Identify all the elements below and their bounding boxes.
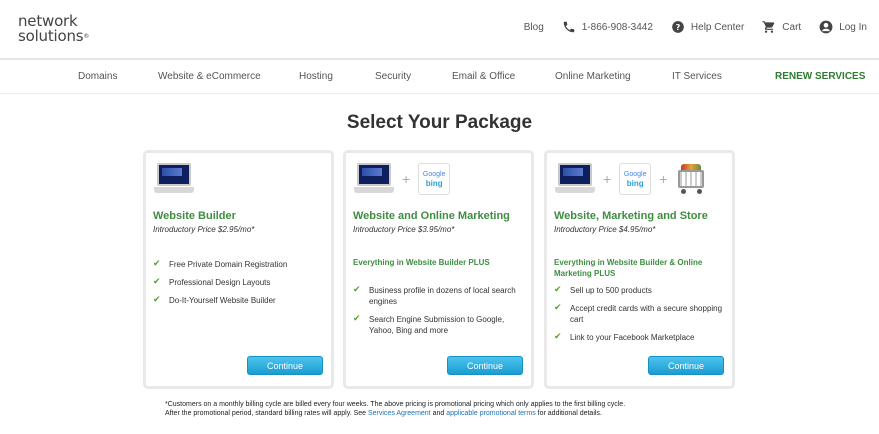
shopping-cart-icon (675, 164, 709, 194)
package-name: Website, Marketing and Store (554, 210, 708, 222)
blog-link[interactable]: Blog (524, 22, 544, 33)
check-icon: ✔ (554, 331, 562, 341)
list-item: ✔ Search Engine Submission to Google, Yah… (353, 313, 505, 335)
check-icon: ✔ (153, 276, 161, 286)
site-header: network solutions® Blog 1-866-908-3442 ?… (0, 0, 879, 60)
cart-link[interactable]: Cart (762, 20, 801, 34)
plus-icon: + (402, 171, 411, 187)
feature-list: ✔ Sell up to 500 products ✔ Accept credit … (554, 284, 729, 350)
package-price: Introductory Price $4.95/mo* (554, 225, 656, 234)
laptop-icon (354, 163, 394, 195)
logo-registered-mark: ® (83, 33, 90, 40)
package-subtitle: Everything in Website Builder & Online M… (554, 258, 703, 278)
pricing-disclaimer: *Customers on a monthly billing cycle ar… (165, 400, 725, 418)
google-bing-icon: Google bing (619, 163, 652, 195)
help-icon: ? (671, 20, 685, 34)
package-card-website-marketing: + Google bing Website and Online Marketin… (343, 150, 534, 389)
list-item: ✔ Do-It-Yourself Website Builder (153, 294, 276, 305)
user-icon (819, 20, 833, 34)
check-icon: ✔ (153, 294, 161, 304)
cart-label: Cart (782, 21, 802, 33)
phone-link[interactable]: 1-866-908-3442 (562, 20, 653, 34)
package-subtitle: Everything in Website Builder PLUS (353, 258, 490, 267)
laptop-icon (555, 163, 595, 195)
package-price: Introductory Price $3.95/mo* (353, 225, 455, 234)
disclaimer-line2: After the promotional period, standard b… (165, 410, 602, 417)
list-item: ✔ Sell up to 500 products (554, 284, 652, 295)
services-agreement-link[interactable]: Services Agreement (368, 410, 431, 417)
check-icon: ✔ (353, 313, 361, 323)
svg-text:?: ? (676, 22, 681, 32)
laptop-icon (154, 163, 194, 195)
check-icon: ✔ (153, 258, 161, 268)
promotional-terms-link[interactable]: applicable promotional terms (446, 410, 536, 417)
package-images (154, 161, 194, 197)
blog-link-label: Blog (523, 21, 544, 33)
help-center-label: Help Center (690, 21, 745, 33)
check-icon: ✔ (554, 284, 562, 294)
nav-hosting[interactable]: Hosting (299, 71, 333, 82)
disclaimer-line1: *Customers on a monthly billing cycle ar… (165, 401, 626, 408)
feature-list: ✔ Free Private Domain Registration ✔ Profe… (153, 258, 328, 313)
continue-button[interactable]: Continue (648, 356, 724, 375)
main-nav: Domains Website & eCommerce Hosting Secu… (0, 62, 879, 94)
continue-button[interactable]: Continue (447, 356, 523, 375)
continue-button[interactable]: Continue (247, 356, 323, 375)
list-item: ✔ Free Private Domain Registration (153, 258, 288, 269)
package-name: Website and Online Marketing (353, 210, 510, 222)
package-name: Website Builder (153, 210, 236, 222)
nav-website-ecommerce[interactable]: Website & eCommerce (158, 71, 261, 82)
package-card-website-builder: Website Builder Introductory Price $2.95… (143, 150, 334, 389)
page-title: Select Your Package (346, 112, 533, 133)
package-price: Introductory Price $2.95/mo* (153, 225, 255, 234)
login-link[interactable]: Log In (819, 20, 867, 34)
nav-security[interactable]: Security (375, 71, 411, 82)
help-center-link[interactable]: ? Help Center (671, 20, 744, 34)
list-item: ✔ Accept credit cards with a secure shopp… (554, 302, 723, 324)
check-icon: ✔ (353, 284, 361, 294)
nav-domains[interactable]: Domains (78, 71, 117, 82)
google-bing-icon: Google bing (418, 163, 451, 195)
package-images: + Google bing + (555, 161, 709, 197)
utility-bar: Blog 1-866-908-3442 ? Help Center Cart L… (506, 20, 867, 34)
plus-icon: + (659, 171, 668, 187)
nav-renew-services[interactable]: RENEW SERVICES (775, 71, 865, 82)
cart-icon (762, 20, 776, 34)
check-icon: ✔ (554, 302, 562, 312)
list-item: ✔ Professional Design Layouts (153, 276, 271, 287)
list-item: ✔ Business profile in dozens of local sea… (353, 284, 516, 306)
package-card-website-marketing-store: + Google bing + Website, Marketing and St… (544, 150, 735, 389)
phone-icon (562, 20, 576, 34)
feature-list: ✔ Business profile in dozens of local sea… (353, 284, 528, 343)
plus-icon: + (603, 171, 612, 187)
login-label: Log In (839, 21, 867, 33)
phone-number: 1-866-908-3442 (581, 21, 653, 33)
nav-online-marketing[interactable]: Online Marketing (555, 71, 631, 82)
nav-it-services[interactable]: IT Services (672, 71, 722, 82)
logo-line2: solutions (18, 27, 84, 45)
network-solutions-logo[interactable]: network solutions® (18, 14, 89, 44)
package-images: + Google bing (354, 161, 451, 197)
nav-email-office[interactable]: Email & Office (452, 71, 515, 82)
list-item: ✔ Link to your Facebook Marketplace (554, 331, 695, 342)
